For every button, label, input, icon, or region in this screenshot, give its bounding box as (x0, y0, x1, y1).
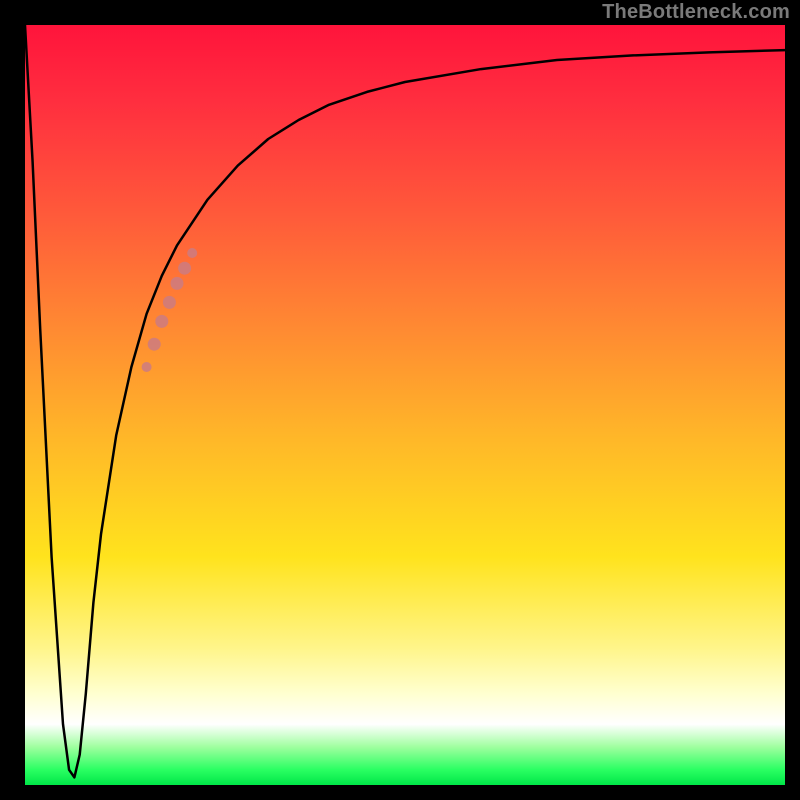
chart-frame: TheBottleneck.com (0, 0, 800, 800)
plot-area (25, 25, 785, 785)
bottleneck-curve (25, 25, 785, 777)
highlight-point (155, 315, 168, 328)
curve-svg (25, 25, 785, 785)
highlight-point (187, 248, 197, 258)
watermark-text: TheBottleneck.com (602, 1, 790, 24)
highlight-segment (142, 248, 198, 372)
highlight-point (163, 296, 176, 309)
highlight-point (171, 277, 184, 290)
highlight-point (142, 362, 152, 372)
highlight-point (148, 338, 161, 351)
highlight-point (178, 262, 191, 275)
